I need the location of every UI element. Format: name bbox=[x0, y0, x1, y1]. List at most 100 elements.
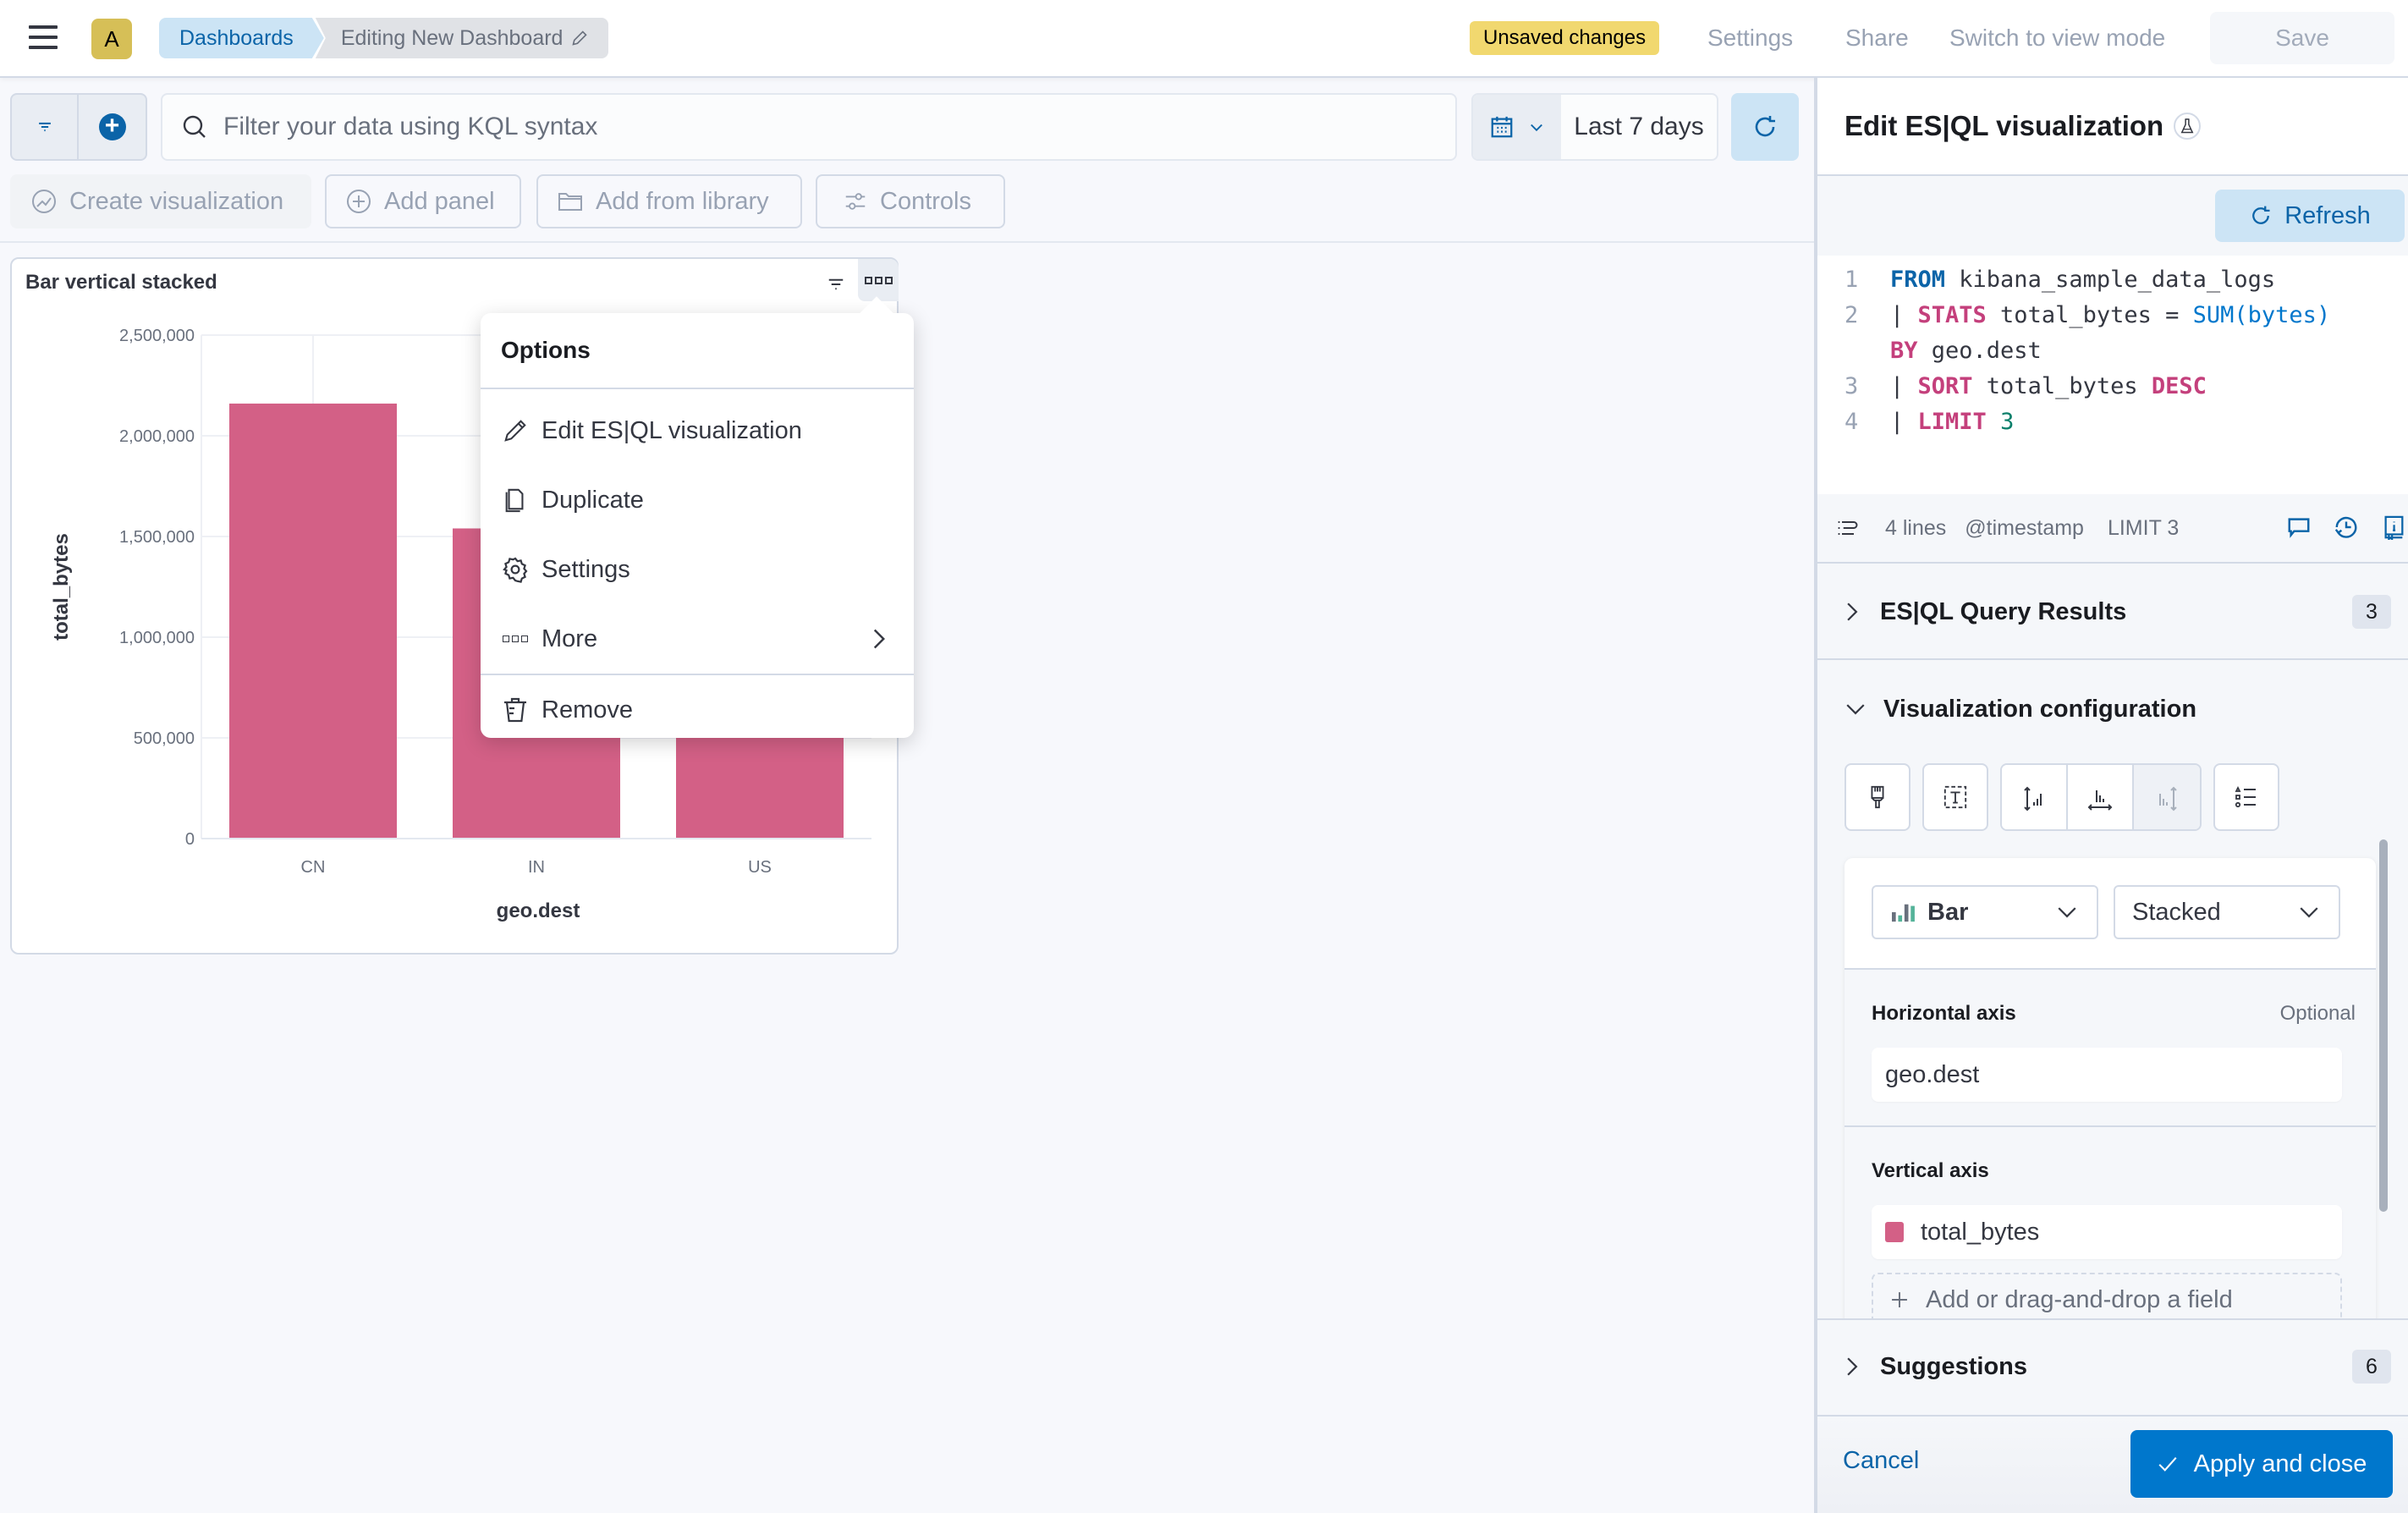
filter-icon[interactable] bbox=[826, 274, 846, 294]
results-count-badge: 3 bbox=[2352, 595, 2391, 629]
left-axis-button[interactable] bbox=[2002, 765, 2068, 829]
appearance-button[interactable] bbox=[1844, 763, 1910, 831]
breadcrumb-current[interactable]: Editing New Dashboard bbox=[315, 18, 609, 58]
options-menu-title: Options bbox=[481, 313, 914, 389]
titles-text-button[interactable] bbox=[1922, 763, 1988, 831]
right-axis-button[interactable] bbox=[2134, 765, 2200, 829]
chevron-right-icon bbox=[1847, 602, 1858, 621]
line-number bbox=[1817, 333, 1890, 369]
flyout-refresh-label: Refresh bbox=[2284, 201, 2371, 229]
flyout-refresh-button[interactable]: Refresh bbox=[2215, 190, 2405, 242]
x-tick-label: CN bbox=[301, 858, 326, 877]
plus-icon bbox=[1892, 1292, 1907, 1307]
boxes-horizontal-icon bbox=[501, 635, 530, 642]
code-token: DESC bbox=[2151, 373, 2207, 399]
menu-icon[interactable] bbox=[29, 25, 58, 49]
filter-options-button[interactable] bbox=[12, 95, 79, 159]
query-line[interactable]: 1 FROM kibana_sample_data_logs bbox=[1817, 262, 2408, 298]
suggestions-count-badge: 6 bbox=[2352, 1350, 2391, 1384]
query-code: BY geo.dest bbox=[1890, 333, 2042, 369]
line-number: 4 bbox=[1844, 409, 1859, 435]
menu-item-more[interactable]: More bbox=[481, 604, 914, 674]
menu-item-edit-esql[interactable]: Edit ES|QL visualization bbox=[481, 396, 914, 465]
esql-query-results-toggle[interactable]: ES|QL Query Results 3 bbox=[1817, 565, 2408, 660]
x-tick-label: US bbox=[748, 858, 772, 877]
menu-item-label: Edit ES|QL visualization bbox=[542, 416, 802, 444]
vertical-axis-field[interactable]: total_bytes bbox=[1872, 1205, 2342, 1259]
query-history-icon[interactable] bbox=[2334, 514, 2359, 540]
settings-link[interactable]: Settings bbox=[1707, 21, 1793, 55]
menu-item-label: Remove bbox=[542, 696, 633, 723]
refresh-query-button[interactable] bbox=[1731, 93, 1799, 161]
layer-header: Bar Stacked bbox=[1844, 858, 2376, 970]
query-line[interactable]: BY geo.dest bbox=[1817, 333, 2408, 369]
cancel-button[interactable]: Cancel bbox=[1843, 1447, 1919, 1475]
trash-icon bbox=[504, 697, 526, 723]
chevron-down-icon bbox=[2058, 907, 2076, 918]
stack-mode-select[interactable]: Stacked bbox=[2114, 885, 2340, 939]
breadcrumb-dashboards[interactable]: Dashboards bbox=[159, 18, 324, 58]
bottom-axis-icon bbox=[2087, 790, 2113, 811]
feedback-icon[interactable] bbox=[2286, 514, 2312, 540]
query-code: FROM kibana_sample_data_logs bbox=[1890, 262, 2275, 298]
documentation-icon[interactable] bbox=[2381, 514, 2406, 540]
suggestions-toggle[interactable]: Suggestions 6 bbox=[1817, 1318, 2408, 1413]
code-token: total_bytes = bbox=[1986, 302, 2193, 328]
add-panel-button[interactable]: Add panel bbox=[325, 174, 521, 228]
query-line[interactable]: 2 | STATS total_bytes = SUM(bytes) bbox=[1817, 298, 2408, 333]
create-visualization-button[interactable]: Create visualization bbox=[10, 174, 311, 228]
space-avatar[interactable]: A bbox=[91, 19, 132, 59]
menu-item-remove[interactable]: Remove bbox=[481, 675, 914, 745]
add-from-library-button[interactable]: Add from library bbox=[536, 174, 802, 228]
query-code: | SORT total_bytes DESC bbox=[1890, 369, 2207, 404]
panel-options-button[interactable] bbox=[858, 259, 899, 301]
stack-mode-value: Stacked bbox=[2132, 898, 2221, 926]
switch-to-view-mode-link[interactable]: Switch to view mode bbox=[1949, 21, 2165, 55]
query-line[interactable]: 4 | LIMIT 3 bbox=[1817, 404, 2408, 440]
controls-button[interactable]: Controls bbox=[816, 174, 1005, 228]
legend-icon bbox=[2235, 785, 2256, 808]
menu-item-label: Duplicate bbox=[542, 486, 644, 514]
config-scrollbar[interactable] bbox=[2379, 839, 2388, 1212]
esql-query-editor[interactable]: 1 FROM kibana_sample_data_logs 2 | STATS to… bbox=[1817, 256, 2408, 494]
menu-item-duplicate[interactable]: Duplicate bbox=[481, 465, 914, 535]
chevron-right-icon bbox=[873, 629, 885, 649]
chart-type-select[interactable]: Bar bbox=[1872, 885, 2098, 939]
apply-and-close-button[interactable]: Apply and close bbox=[2130, 1430, 2393, 1498]
legend-button[interactable] bbox=[2213, 763, 2279, 831]
edit-esql-flyout: Edit ES|QL visualization Refresh 1 FROM k… bbox=[1814, 78, 2408, 1513]
date-picker: Last 7 days bbox=[1471, 93, 1718, 161]
horizontal-axis-label: Horizontal axis bbox=[1872, 1002, 2016, 1025]
add-filter-button[interactable]: + bbox=[79, 95, 146, 159]
paintbrush-icon bbox=[1871, 785, 1884, 809]
flyout-header: Edit ES|QL visualization bbox=[1817, 78, 2408, 176]
pencil-icon bbox=[572, 30, 588, 46]
timestamp-field[interactable]: @timestamp bbox=[1965, 516, 2084, 541]
panel-options-menu: Options Edit ES|QL visualization Duplica… bbox=[481, 313, 914, 738]
create-visualization-label: Create visualization bbox=[69, 187, 284, 215]
filter-icon bbox=[38, 122, 51, 132]
series-color-swatch[interactable] bbox=[1885, 1222, 1904, 1242]
horizontal-axis-field[interactable]: geo.dest bbox=[1872, 1048, 2342, 1102]
share-link[interactable]: Share bbox=[1845, 21, 1909, 55]
bottom-axis-button[interactable] bbox=[2068, 765, 2134, 829]
technical-preview-badge[interactable] bbox=[2174, 113, 2202, 140]
menu-item-settings[interactable]: Settings bbox=[481, 535, 914, 604]
wrap-lines-icon[interactable] bbox=[1836, 516, 1860, 540]
visualization-configuration-toggle[interactable]: Visualization configuration bbox=[1817, 660, 2408, 758]
save-button[interactable]: Save bbox=[2210, 12, 2394, 64]
filter-button-group: + bbox=[10, 93, 147, 161]
time-range-label[interactable]: Last 7 days bbox=[1561, 95, 1717, 159]
controls-label: Controls bbox=[880, 187, 971, 215]
y-tick-label: 2,500,000 bbox=[119, 327, 195, 345]
panel-title: Bar vertical stacked bbox=[25, 271, 217, 294]
quick-select-button[interactable] bbox=[1473, 95, 1561, 159]
kql-search-input[interactable] bbox=[223, 113, 1408, 141]
query-line[interactable]: 3 | SORT total_bytes DESC bbox=[1817, 369, 2408, 404]
refresh-icon bbox=[1755, 116, 1775, 137]
plus-icon: + bbox=[98, 113, 126, 140]
text-box-icon bbox=[1943, 785, 1967, 809]
code-token: | bbox=[1890, 409, 1918, 435]
pencil-icon bbox=[504, 420, 526, 442]
